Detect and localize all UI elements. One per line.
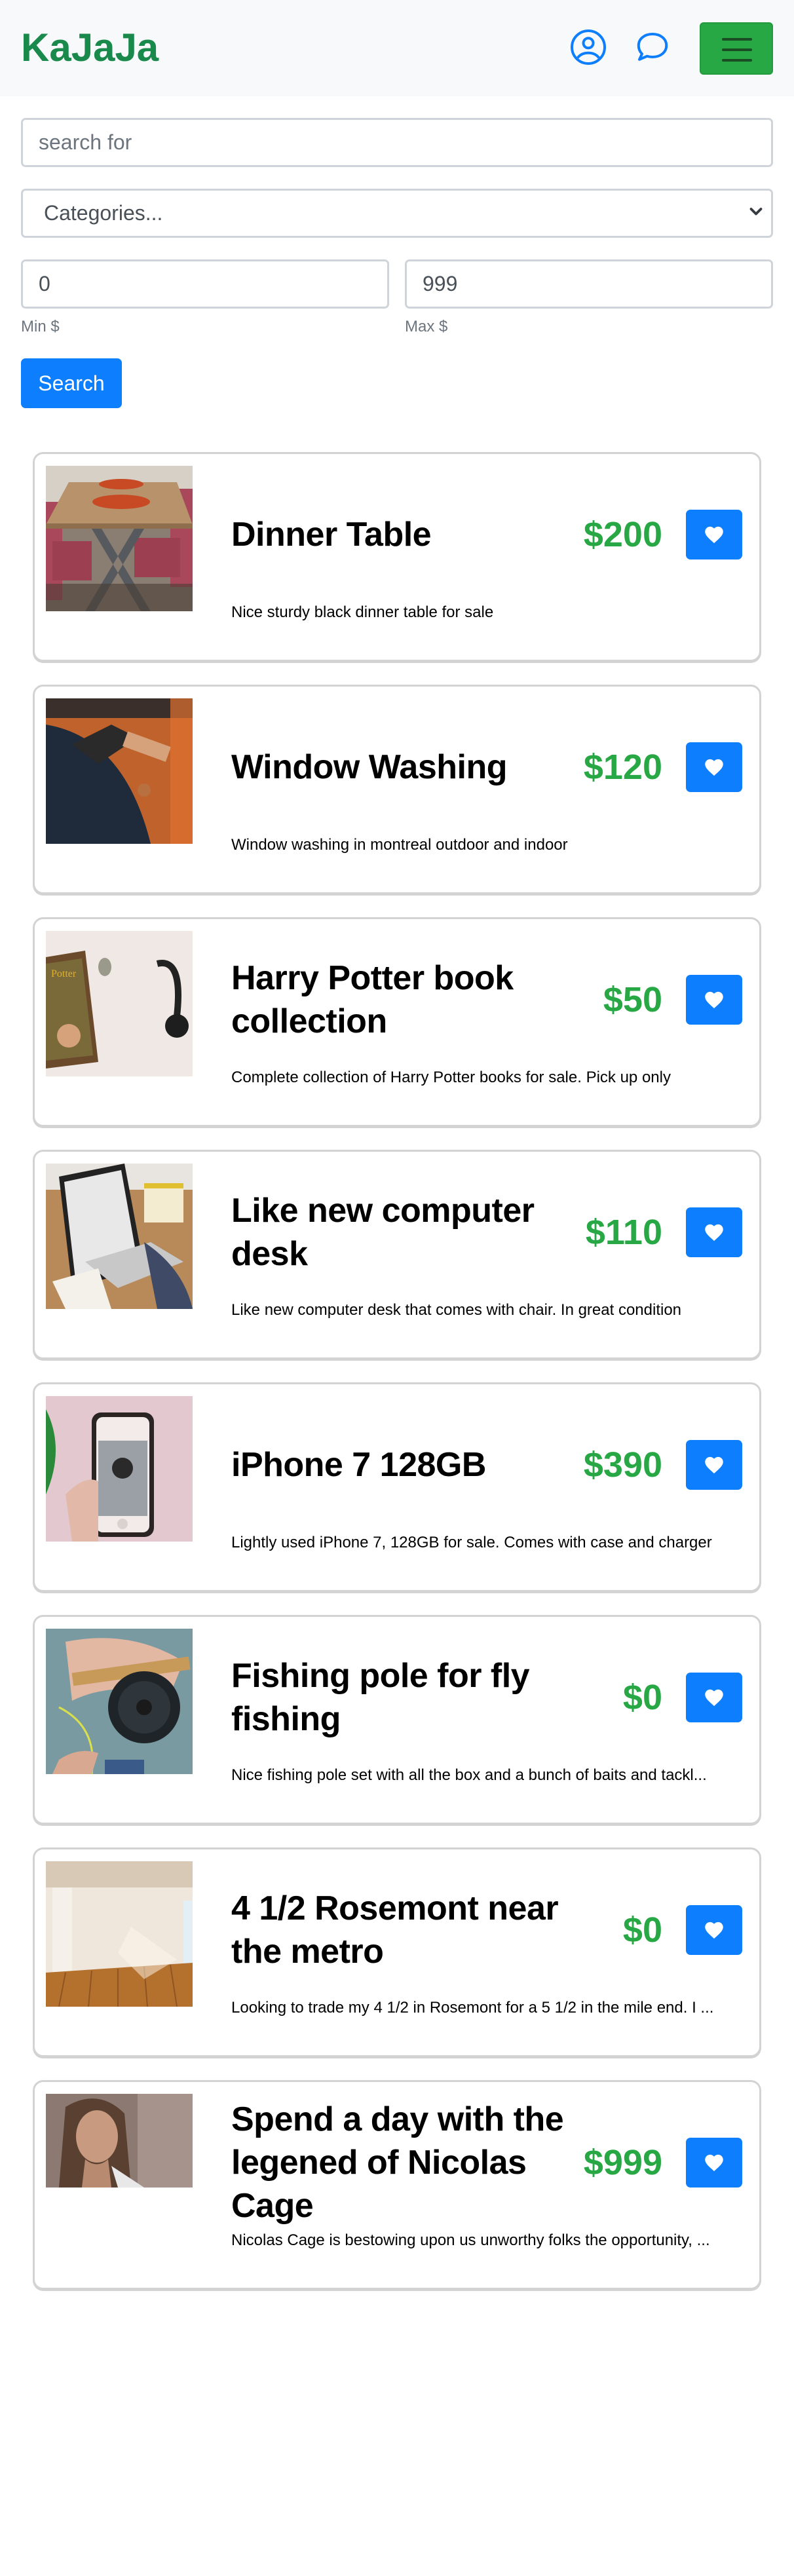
favorite-button[interactable] bbox=[686, 1207, 742, 1257]
listing-price: $0 bbox=[622, 1678, 662, 1717]
favorite-button[interactable] bbox=[686, 742, 742, 792]
listing-title[interactable]: iPhone 7 128GB bbox=[231, 1443, 584, 1487]
fishing-pole-photo bbox=[46, 1629, 193, 1774]
hamburger-menu-icon bbox=[722, 38, 752, 41]
brand-logo[interactable]: KaJaJa bbox=[21, 25, 159, 70]
listing-title[interactable]: Window Washing bbox=[231, 746, 584, 789]
favorite-button[interactable] bbox=[686, 1905, 742, 1955]
listing-price: $50 bbox=[603, 980, 662, 1019]
listing-price: $120 bbox=[583, 748, 662, 787]
min-price-input[interactable] bbox=[21, 259, 389, 309]
computer-desk-photo bbox=[46, 1164, 193, 1309]
search-input[interactable] bbox=[21, 118, 773, 167]
listing-title[interactable]: Like new computer desk bbox=[231, 1189, 586, 1276]
category-select[interactable]: Categories... bbox=[21, 189, 773, 238]
listing-description: Complete collection of Harry Potter book… bbox=[231, 1069, 671, 1086]
max-price-input[interactable] bbox=[405, 259, 773, 309]
category-select-wrapper: Categories... bbox=[21, 189, 773, 238]
listing-description: Nice fishing pole set with all the box a… bbox=[231, 1766, 707, 1784]
listing-card[interactable]: Spend a day with the legened of Nicolas … bbox=[33, 2080, 761, 2290]
heart-icon bbox=[705, 1456, 723, 1474]
svg-text:Potter: Potter bbox=[51, 968, 77, 979]
harry-potter-books-photo: Potter bbox=[46, 931, 193, 1076]
listing-title[interactable]: 4 1/2 Rosemont near the metro bbox=[231, 1887, 623, 1973]
heart-icon bbox=[705, 991, 723, 1009]
min-price-label: Min $ bbox=[21, 318, 60, 335]
listing-price: $200 bbox=[583, 515, 662, 554]
listing-title[interactable]: Dinner Table bbox=[231, 513, 584, 556]
favorite-button[interactable] bbox=[686, 1440, 742, 1490]
listing-description: Like new computer desk that comes with c… bbox=[231, 1301, 682, 1319]
max-price-label: Max $ bbox=[405, 318, 448, 335]
listing-price: $110 bbox=[585, 1213, 662, 1252]
chevron-down-icon bbox=[749, 208, 763, 216]
listing-price: $390 bbox=[583, 1445, 662, 1485]
listing-description: Looking to trade my 4 1/2 in Rosemont fo… bbox=[231, 1999, 714, 2017]
listings: Dinner Table $200 Nice sturdy black dinn… bbox=[33, 452, 761, 2313]
listing-description: Lightly used iPhone 7, 128GB for sale. C… bbox=[231, 1534, 712, 1551]
favorite-button[interactable] bbox=[686, 510, 742, 559]
listing-description: Nicolas Cage is bestowing upon us unwort… bbox=[231, 2231, 710, 2249]
listing-title[interactable]: Spend a day with the legened of Nicolas … bbox=[231, 2098, 584, 2227]
listing-card[interactable]: Fishing pole for fly fishing $0 Nice fis… bbox=[33, 1615, 761, 1825]
listing-card[interactable]: Window Washing $120 Window washing in mo… bbox=[33, 685, 761, 894]
listing-price: $0 bbox=[622, 1910, 662, 1950]
navbar: KaJaJa bbox=[0, 0, 794, 96]
price-range: Min $ Max $ bbox=[21, 259, 773, 336]
favorite-button[interactable] bbox=[686, 975, 742, 1025]
dinner-table-photo bbox=[46, 466, 193, 611]
listing-card[interactable]: Like new computer desk $110 Like new com… bbox=[33, 1150, 761, 1359]
listing-description: Window washing in montreal outdoor and i… bbox=[231, 836, 568, 854]
listing-card[interactable]: iPhone 7 128GB $390 Lightly used iPhone … bbox=[33, 1382, 761, 1592]
search-button[interactable]: Search bbox=[21, 358, 122, 408]
window-washing-photo bbox=[46, 698, 193, 844]
heart-icon bbox=[705, 759, 723, 776]
listing-description: Nice sturdy black dinner table for sale bbox=[231, 603, 494, 621]
heart-icon bbox=[705, 1224, 723, 1241]
nicolas-cage-photo bbox=[46, 2094, 193, 2188]
listing-card[interactable]: Dinner Table $200 Nice sturdy black dinn… bbox=[33, 452, 761, 662]
listing-card[interactable]: 4 1/2 Rosemont near the metro $0 Looking… bbox=[33, 1847, 761, 2057]
hamburger-menu-button[interactable] bbox=[700, 22, 773, 75]
listing-title[interactable]: Fishing pole for fly fishing bbox=[231, 1654, 623, 1741]
heart-icon bbox=[705, 1922, 723, 1939]
search-form: Categories... Min $ Max $ Search bbox=[21, 118, 773, 408]
empty-apartment-photo bbox=[46, 1861, 193, 2007]
heart-icon bbox=[705, 1689, 723, 1707]
listing-price: $999 bbox=[583, 2143, 662, 2182]
user-circle-icon[interactable] bbox=[569, 28, 608, 67]
listing-title[interactable]: Harry Potter book collection bbox=[231, 957, 603, 1043]
heart-icon bbox=[705, 526, 723, 544]
favorite-button[interactable] bbox=[686, 1673, 742, 1722]
favorite-button[interactable] bbox=[686, 2138, 742, 2188]
heart-icon bbox=[705, 2154, 723, 2172]
iphone-photo bbox=[46, 1396, 193, 1542]
listing-card[interactable]: Potter Harry Potter book collection $50 … bbox=[33, 917, 761, 1127]
chat-bubble-icon[interactable] bbox=[633, 28, 672, 67]
